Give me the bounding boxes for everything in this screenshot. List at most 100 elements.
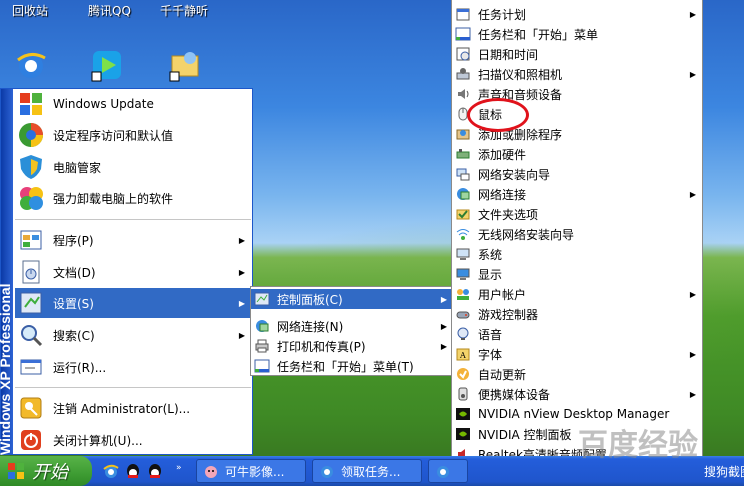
menu-item-printers[interactable]: 打印机和传真(P) ▶ <box>251 336 453 356</box>
menu-item-label: 扫描仪和照相机 <box>478 67 563 82</box>
user-accounts-icon <box>457 289 469 300</box>
desktop-icon-label-ttplayer[interactable]: 千千静听 <box>160 2 208 19</box>
keniu-icon <box>205 466 217 478</box>
pc-manager-icon <box>20 155 42 179</box>
submenu-arrow-icon: ▶ <box>689 349 696 359</box>
add-remove-icon <box>456 129 470 140</box>
network-icon <box>256 320 269 332</box>
menu-separator <box>15 387 251 388</box>
taskbar-button-browser[interactable] <box>428 459 468 483</box>
network-icon <box>457 188 470 200</box>
menu-item-label: 任务栏和「开始」菜单 <box>478 27 599 42</box>
taskbar-button-label: 可牛影像... <box>225 464 285 479</box>
add-hardware-icon <box>456 149 470 159</box>
control-panel-item[interactable]: 网络安装向导 <box>452 164 702 184</box>
menu-item-logoff[interactable]: 注销 Administrator(L)... <box>15 393 251 423</box>
submenu-arrow-icon: ▶ <box>440 341 447 351</box>
menu-item-program-access[interactable]: 设定程序访问和默认值 <box>15 120 251 150</box>
menu-item-label: 打印机和传真(P) <box>277 339 366 354</box>
menu-item-label: 网络安装向导 <box>478 167 551 182</box>
date-time-icon <box>456 47 470 61</box>
windows-update-icon <box>20 93 42 115</box>
run-icon <box>20 359 42 375</box>
display-icon <box>456 268 470 280</box>
control-panel-item[interactable]: 游戏控制器 <box>452 304 702 324</box>
menu-item-label: 网络连接 <box>478 187 527 202</box>
menu-item-label: 文件夹选项 <box>478 207 539 222</box>
folder-shortcut-icon[interactable] <box>168 48 202 82</box>
menu-item-label: 系统 <box>478 247 503 262</box>
quicklaunch-chevron-icon[interactable]: » <box>176 463 182 473</box>
menu-item-shutdown[interactable]: 关闭计算机(U)... <box>15 425 251 455</box>
menu-item-label: NVIDIA 控制面板 <box>478 427 572 442</box>
control-panel-item[interactable]: 显示 <box>452 264 702 284</box>
menu-item-control-panel[interactable]: 控制面板(C) ▶ <box>251 289 453 309</box>
control-panel-item[interactable]: 添加硬件 <box>452 144 702 164</box>
submenu-arrow-icon: ▶ <box>689 69 696 79</box>
menu-item-pc-manager[interactable]: 电脑管家 <box>15 152 251 182</box>
control-panel-item[interactable]: 文件夹选项 <box>452 204 702 224</box>
game-controller-icon <box>456 311 470 319</box>
control-panel-item[interactable]: 扫描仪和照相机 ▶ <box>452 64 702 84</box>
menu-item-documents[interactable]: 文档(D) ▶ <box>15 257 251 287</box>
taskbar-button-task[interactable]: 领取任务... <box>312 459 422 483</box>
portable-media-icon <box>458 387 468 401</box>
control-panel-item[interactable]: 自动更新 <box>452 364 702 384</box>
windows-xp-brand: Windows XP Professional <box>0 283 13 455</box>
taskbar-button-keniu[interactable]: 可牛影像... <box>196 459 306 483</box>
control-panel-item[interactable]: 网络连接 ▶ <box>452 184 702 204</box>
uninstall-icon <box>20 187 43 210</box>
menu-item-label: 电脑管家 <box>53 160 102 175</box>
submenu-arrow-icon: ▶ <box>238 330 245 340</box>
control-panel-item[interactable]: A 字体 ▶ <box>452 344 702 364</box>
shutdown-icon <box>21 430 41 450</box>
menu-item-taskbar-settings[interactable]: 任务栏和「开始」菜单(T) <box>251 356 453 376</box>
windows-flag-icon <box>8 463 24 479</box>
documents-icon <box>22 260 40 284</box>
tray-text[interactable]: 搜狗截图 <box>704 463 744 480</box>
media-player-icon[interactable] <box>90 48 124 82</box>
menu-item-uninstall[interactable]: 强力卸载电脑上的软件 <box>15 183 251 213</box>
start-button[interactable]: 开始 <box>0 456 92 486</box>
desktop-icon-label-qq[interactable]: 腾讯QQ <box>88 2 131 19</box>
control-panel-item[interactable]: 任务计划 ▶ <box>452 4 702 24</box>
control-panel-item[interactable]: 用户帐户 ▶ <box>452 284 702 304</box>
qq-icon[interactable] <box>124 462 142 480</box>
program-access-icon <box>19 123 43 147</box>
ie-icon[interactable] <box>14 48 48 82</box>
settings-submenu: 控制面板(C) ▶ 网络连接(N) ▶ 打印机和传真(P) ▶ 任务栏和「开始」… <box>250 286 454 376</box>
desktop-icon-label-recycle-bin[interactable]: 回收站 <box>12 2 48 19</box>
ie-icon[interactable] <box>102 462 120 480</box>
ie-icon <box>321 466 333 478</box>
submenu-arrow-icon: ▶ <box>689 189 696 199</box>
submenu-arrow-icon: ▶ <box>238 235 245 245</box>
menu-item-label: 语音 <box>478 327 503 342</box>
menu-item-programs[interactable]: 程序(P) ▶ <box>15 225 251 255</box>
qq-icon[interactable] <box>146 462 164 480</box>
menu-item-label: 游戏控制器 <box>478 307 539 322</box>
control-panel-item[interactable]: 系统 <box>452 244 702 264</box>
control-panel-item[interactable]: 无线网络安装向导 <box>452 224 702 244</box>
menu-item-settings[interactable]: 设置(S) ▶ <box>15 288 251 318</box>
control-panel-item[interactable]: 任务栏和「开始」菜单 <box>452 24 702 44</box>
control-panel-item[interactable]: 语音 <box>452 324 702 344</box>
menu-item-label: 便携媒体设备 <box>478 387 551 402</box>
printer-icon <box>255 339 269 353</box>
menu-item-label: 控制面板(C) <box>277 292 343 307</box>
menu-item-search[interactable]: 搜索(C) ▶ <box>15 320 251 350</box>
fonts-icon: A <box>456 348 470 361</box>
control-panel-submenu: 任务计划 ▶ 任务栏和「开始」菜单 日期和时间 扫描仪和照相机 ▶ 声音和音频设备 鼠标 添加或… <box>451 0 703 486</box>
control-panel-item[interactable]: 便携媒体设备 ▶ <box>452 384 702 404</box>
menu-item-label: 用户帐户 <box>478 287 527 302</box>
menu-item-windows-update[interactable]: Windows Update <box>15 89 251 119</box>
settings-icon <box>20 292 42 314</box>
menu-item-run[interactable]: 运行(R)... <box>15 352 251 382</box>
start-button-label: 开始 <box>32 462 68 483</box>
menu-item-label: 强力卸载电脑上的软件 <box>53 191 174 206</box>
watermark: 百度经验 <box>578 429 698 462</box>
menu-item-label: 网络连接(N) <box>277 319 344 334</box>
submenu-arrow-icon: ▶ <box>440 321 447 331</box>
menu-item-network-connections[interactable]: 网络连接(N) ▶ <box>251 316 453 336</box>
ie-icon <box>437 466 449 478</box>
control-panel-item[interactable]: 日期和时间 <box>452 44 702 64</box>
